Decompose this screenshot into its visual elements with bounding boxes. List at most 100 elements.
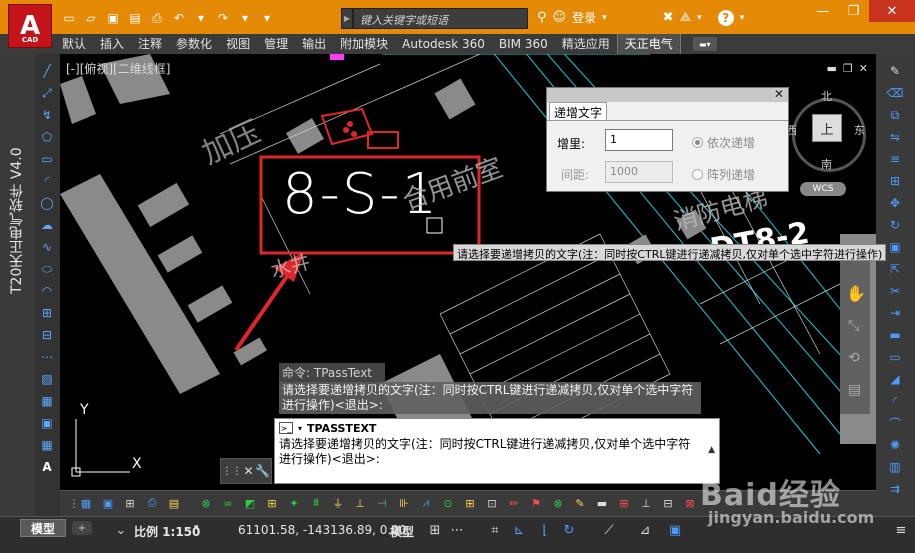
orbit-icon[interactable]: ⟲ xyxy=(848,350,860,366)
object-snap-icon[interactable]: ▣ xyxy=(666,521,684,539)
bt-tool-14-icon[interactable]: ⊣ xyxy=(374,495,390,511)
drawing-minimize-icon[interactable]: ▬ xyxy=(827,62,837,75)
layout-overflow-icon[interactable]: ⌄ xyxy=(112,521,130,539)
redo-icon[interactable]: ↷ xyxy=(214,9,232,27)
bt-tool-18-icon[interactable]: ⊞ xyxy=(462,495,478,511)
tab-parametric[interactable]: 参数化 xyxy=(169,34,219,54)
dialog-tab-increment-text[interactable]: 递增文字 xyxy=(549,102,607,121)
ortho-icon[interactable]: ⌊ xyxy=(536,521,554,539)
compass-south[interactable]: 南 xyxy=(821,156,832,172)
hatch-icon[interactable]: ▨ xyxy=(38,370,56,388)
command-scroll-icon[interactable]: ▲ xyxy=(708,445,715,455)
command-prompt-icon[interactable]: >_ xyxy=(279,422,293,434)
make-block-icon[interactable]: ⊟ xyxy=(38,326,56,344)
join-icon[interactable]: ▭ xyxy=(884,348,906,366)
model-space-toggle[interactable]: 模型 xyxy=(390,523,414,540)
bt-tool-26-icon[interactable]: ⊥ xyxy=(638,495,654,511)
stretch-icon[interactable]: ⇱ xyxy=(884,260,906,278)
help-icon[interactable]: ? xyxy=(717,9,734,26)
construction-line-icon[interactable]: ⤢ xyxy=(38,84,56,102)
revision-cloud-icon[interactable]: ☁ xyxy=(38,216,56,234)
table-icon[interactable]: ▦ xyxy=(38,436,56,454)
search-input[interactable]: 键入关键字或短语 xyxy=(353,8,528,29)
showmotion-icon[interactable]: ▤ xyxy=(848,382,861,398)
bt-tool-1-icon[interactable]: ▦ xyxy=(78,495,94,511)
object-snap-tracking-icon[interactable]: ⊿ xyxy=(636,521,654,539)
command-dropdown-icon[interactable]: ▾ xyxy=(298,424,302,433)
help-dropdown-icon[interactable]: ▾ xyxy=(740,13,745,23)
bt-tool-8-icon[interactable]: ◩ xyxy=(242,495,258,511)
tab-insert[interactable]: 插入 xyxy=(93,34,131,54)
bt-tool-2-icon[interactable]: ▣ xyxy=(100,495,116,511)
bt-tool-15-icon[interactable]: ⊪ xyxy=(396,495,412,511)
login-dropdown-icon[interactable]: ▾ xyxy=(602,13,607,23)
bt-tool-6-icon[interactable]: ⊗ xyxy=(198,495,214,511)
radio-sequential[interactable] xyxy=(692,137,703,148)
extend-icon[interactable]: ⇥ xyxy=(884,304,906,322)
bt-tool-17-icon[interactable]: ⊙ xyxy=(440,495,456,511)
properties-icon[interactable]: ✎ xyxy=(884,62,906,80)
bt-tool-11-icon[interactable]: ⩩ xyxy=(308,495,324,511)
pan-icon[interactable]: ✋ xyxy=(846,284,866,303)
bt-tool-16-icon[interactable]: ⩘ xyxy=(418,495,434,511)
drawing-close-icon[interactable]: ✕ xyxy=(859,62,868,75)
spacing-input[interactable]: 1000 xyxy=(605,161,673,183)
bt-tool-5-icon[interactable]: ▤ xyxy=(166,495,182,511)
offset-icon[interactable]: ≡ xyxy=(884,150,906,168)
a360-icon[interactable]: ⟁ xyxy=(680,10,692,25)
save-icon[interactable]: ▣ xyxy=(104,9,122,27)
edit-polyline-icon[interactable]: ▥ xyxy=(884,458,906,476)
user-icon[interactable]: ☺ xyxy=(553,10,567,25)
tab-default[interactable]: 默认 xyxy=(55,34,93,54)
tab-addins[interactable]: 附加模块 xyxy=(333,34,395,54)
tab-manage[interactable]: 管理 xyxy=(257,34,295,54)
bt-tool-23-icon[interactable]: ✎ xyxy=(572,495,588,511)
bt-tool-13-icon[interactable]: ⊥ xyxy=(352,495,368,511)
bt-tool-25-icon[interactable]: ⊞ xyxy=(616,495,632,511)
annotation-scale[interactable]: 比例 1:150 xyxy=(134,523,200,540)
grid-icon[interactable]: ⊞ xyxy=(426,521,444,539)
ellipse-arc-icon[interactable]: ◠ xyxy=(38,282,56,300)
array-icon[interactable]: ⊞ xyxy=(884,172,906,190)
polar-tracking-icon[interactable]: ↻ xyxy=(560,521,578,539)
compass-north[interactable]: 北 xyxy=(821,88,832,104)
mirror-icon[interactable]: ⇋ xyxy=(884,128,906,146)
compass-east[interactable]: 东 xyxy=(854,122,865,138)
move-icon[interactable]: ✥ xyxy=(884,194,906,212)
rectangle-icon[interactable]: ▭ xyxy=(38,150,56,168)
tab-output[interactable]: 输出 xyxy=(295,34,333,54)
bt-tool-21-icon[interactable]: ⚑ xyxy=(528,495,544,511)
radio-array[interactable] xyxy=(692,169,703,180)
add-layout-icon[interactable]: + xyxy=(72,521,92,535)
bt-tool-28-icon[interactable]: ⊠ xyxy=(682,495,698,511)
open-folder-icon[interactable]: ▱ xyxy=(82,9,100,27)
isometric-icon[interactable]: ⟋ xyxy=(600,521,618,539)
save-as-icon[interactable]: ▤ xyxy=(126,9,144,27)
point-icon[interactable]: ⋯ xyxy=(38,348,56,366)
print-icon[interactable]: ⎙ xyxy=(148,9,166,27)
polyline-icon[interactable]: ↯ xyxy=(38,106,56,124)
bt-tool-10-icon[interactable]: ✦ xyxy=(286,495,302,511)
gradient-icon[interactable]: ▦ xyxy=(38,392,56,410)
customize-qat-icon[interactable]: ▾ xyxy=(258,9,276,27)
command-grip-icon[interactable]: ⋮⋮ xyxy=(222,466,242,477)
minimize-icon[interactable]: — xyxy=(807,0,838,22)
erase-icon[interactable]: ⌫ xyxy=(884,84,906,102)
bt-tool-27-icon[interactable]: ⊟ xyxy=(660,495,676,511)
fillet-icon[interactable]: ◜ xyxy=(884,392,906,410)
tab-autodesk360[interactable]: Autodesk 360 xyxy=(395,34,492,54)
search-expand-icon[interactable]: ▶ xyxy=(341,8,353,29)
scale-icon[interactable]: ▣ xyxy=(884,238,906,256)
break-icon[interactable]: ▬ xyxy=(884,326,906,344)
region-icon[interactable]: ▣ xyxy=(38,414,56,432)
dynamic-input-icon[interactable]: ⊾ xyxy=(510,521,528,539)
viewcube[interactable]: 北 南 东 西 上 WCS xyxy=(782,88,876,198)
trim-icon[interactable]: ✂ xyxy=(884,282,906,300)
zoom-icon[interactable]: ⤡ xyxy=(848,318,859,334)
customization-icon[interactable]: ≡ xyxy=(892,521,910,539)
tab-bim360[interactable]: BIM 360 xyxy=(492,34,555,54)
drawing-restore-icon[interactable]: ❐ xyxy=(843,62,853,75)
tab-featured-apps[interactable]: 精选应用 xyxy=(555,34,617,54)
tab-tangent-electric[interactable]: 天正电气 xyxy=(616,34,681,54)
tab-view[interactable]: 视图 xyxy=(219,34,257,54)
